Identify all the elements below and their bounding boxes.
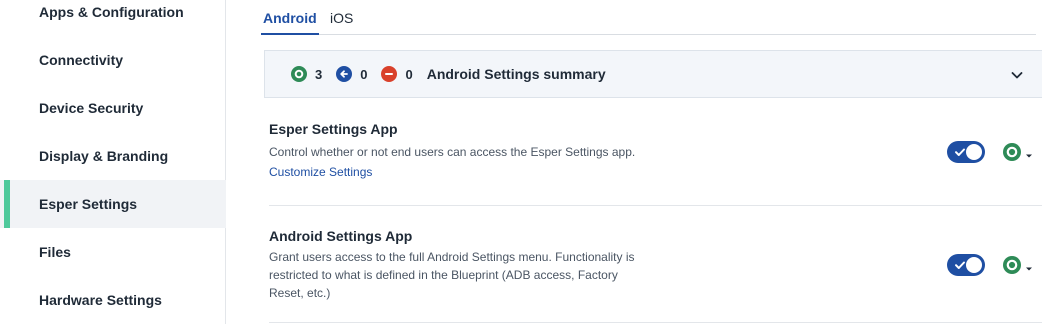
android-settings-app-status-dropdown[interactable]	[1003, 256, 1033, 279]
sidebar-item-label: Hardware Settings	[39, 292, 162, 308]
sidebar-item-connectivity[interactable]: Connectivity	[0, 36, 226, 84]
tab-ios[interactable]: iOS	[330, 10, 353, 26]
toggle-knob	[966, 257, 982, 273]
sidebar-item-display-branding[interactable]: Display & Branding	[0, 132, 226, 180]
disabled-count-stat: 0	[381, 66, 413, 82]
sidebar-item-label: Connectivity	[39, 52, 124, 68]
check-icon	[955, 261, 965, 269]
circle-dot-icon	[1003, 256, 1021, 279]
sidebar-item-hardware-settings[interactable]: Hardware Settings	[0, 276, 226, 324]
row-divider	[269, 205, 1042, 206]
sidebar: Apps & Configuration Connectivity Device…	[0, 0, 226, 324]
inherited-count-stat: 0	[336, 66, 367, 82]
enabled-count-stat: 3	[291, 66, 322, 82]
setting-title: Android Settings App	[269, 228, 413, 244]
setting-description: Grant users access to the full Android S…	[269, 250, 635, 300]
sidebar-item-files[interactable]: Files	[0, 228, 226, 276]
caret-down-icon	[1025, 259, 1033, 277]
minus-circle-icon	[381, 66, 398, 82]
sidebar-item-esper-settings[interactable]: Esper Settings	[0, 180, 226, 228]
sidebar-item-label: Apps & Configuration	[39, 4, 184, 20]
setting-title: Esper Settings App	[269, 121, 398, 137]
tab-android[interactable]: Android	[261, 10, 319, 35]
sidebar-item-label: Files	[39, 244, 71, 260]
row-divider	[269, 322, 1042, 323]
setting-esper-settings-app: Esper Settings App Control whether or no…	[269, 121, 1042, 181]
sidebar-item-device-security[interactable]: Device Security	[0, 84, 226, 132]
sidebar-item-label: Display & Branding	[39, 148, 169, 164]
sidebar-item-apps-configuration[interactable]: Apps & Configuration	[0, 0, 226, 36]
arrow-left-icon	[336, 66, 353, 82]
setting-android-settings-app: Android Settings App Grant users access …	[269, 228, 1042, 302]
sidebar-item-label: Device Security	[39, 100, 144, 116]
disabled-count: 0	[405, 66, 413, 82]
platform-tabs: Android iOS	[261, 0, 1036, 35]
chevron-down-icon[interactable]	[1010, 68, 1024, 87]
circle-dot-icon	[291, 66, 307, 82]
caret-down-icon	[1025, 146, 1033, 164]
enabled-count: 3	[315, 66, 323, 82]
circle-dot-icon	[1003, 143, 1021, 166]
esper-settings-app-toggle[interactable]	[947, 141, 985, 163]
android-settings-app-toggle[interactable]	[947, 254, 985, 276]
sidebar-item-label: Esper Settings	[39, 196, 138, 212]
settings-summary-bar[interactable]: 3 0 0 Android Settings summary	[264, 50, 1042, 98]
customize-settings-link[interactable]: Customize Settings	[269, 165, 372, 179]
toggle-knob	[966, 144, 982, 160]
inherited-count: 0	[360, 66, 368, 82]
setting-description: Control whether or not end users can acc…	[269, 145, 636, 159]
summary-title: Android Settings summary	[426, 66, 606, 82]
check-icon	[955, 148, 965, 156]
esper-settings-app-status-dropdown[interactable]	[1003, 143, 1033, 166]
